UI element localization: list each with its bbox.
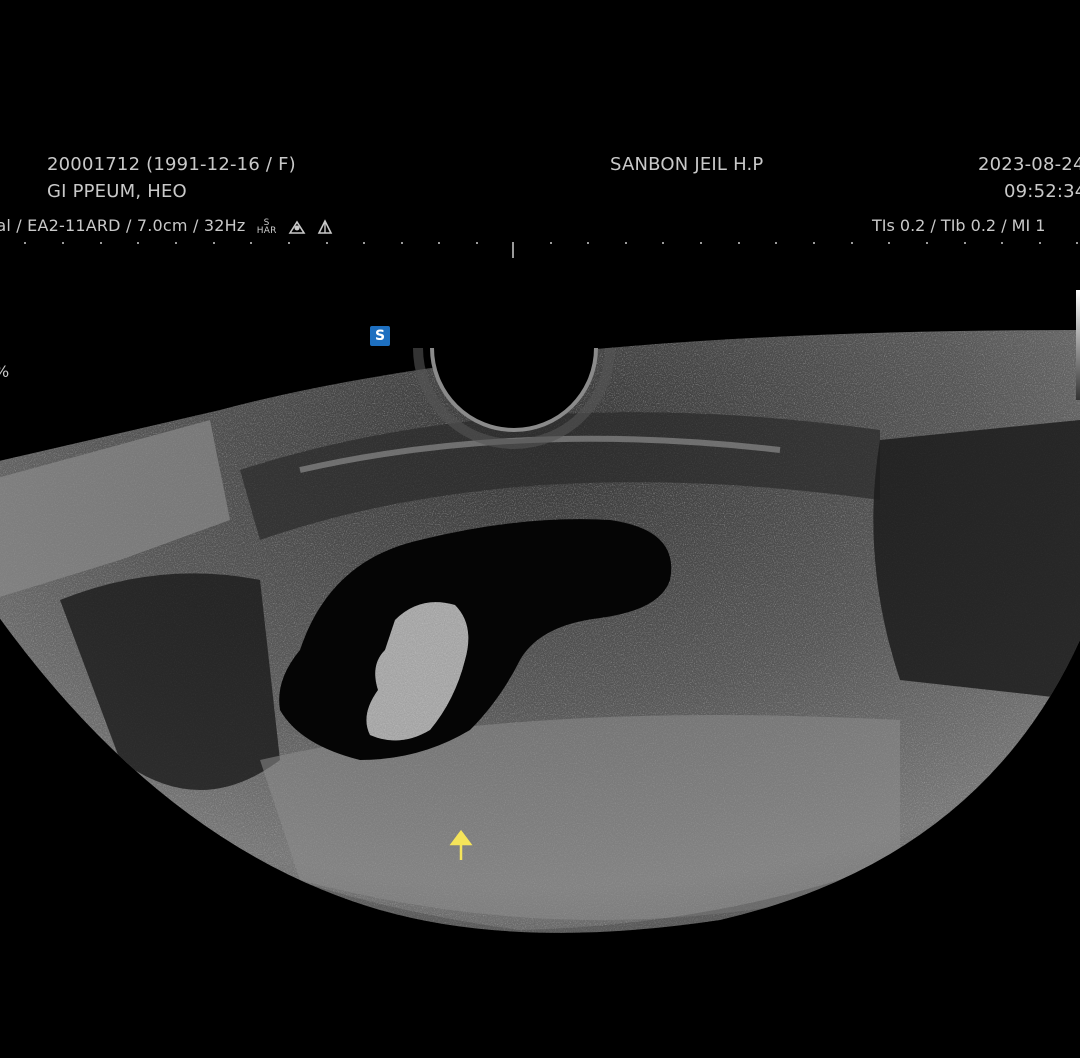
- patient-name: GI PPEUM, HEO: [47, 181, 187, 202]
- harmonic-bottom-label: HAR: [256, 225, 277, 236]
- probe-params-text: nal / EA2-11ARD / 7.0cm / 32Hz: [0, 216, 246, 235]
- exam-time: 09:52:34: [1004, 181, 1080, 202]
- focus-marker-badge[interactable]: S: [370, 326, 390, 346]
- probe-orientation-icon: [317, 218, 333, 234]
- bodymark-icon: [288, 220, 306, 234]
- side-label: %: [0, 362, 9, 381]
- patient-id-dob: 20001712 (1991-12-16 / F): [47, 154, 296, 175]
- probe-params: nal / EA2-11ARD / 7.0cm / 32Hz S HAR: [0, 216, 333, 235]
- grayscale-bar: [1076, 290, 1080, 400]
- depth-scale: [24, 242, 1078, 258]
- harmonic-icon: S HAR: [256, 218, 277, 236]
- exam-date: 2023-08-24: [978, 154, 1080, 175]
- hospital-name: SANBON JEIL H.P: [610, 154, 764, 175]
- thermal-index: TIs 0.2 / TIb 0.2 / MI 1: [872, 216, 1046, 235]
